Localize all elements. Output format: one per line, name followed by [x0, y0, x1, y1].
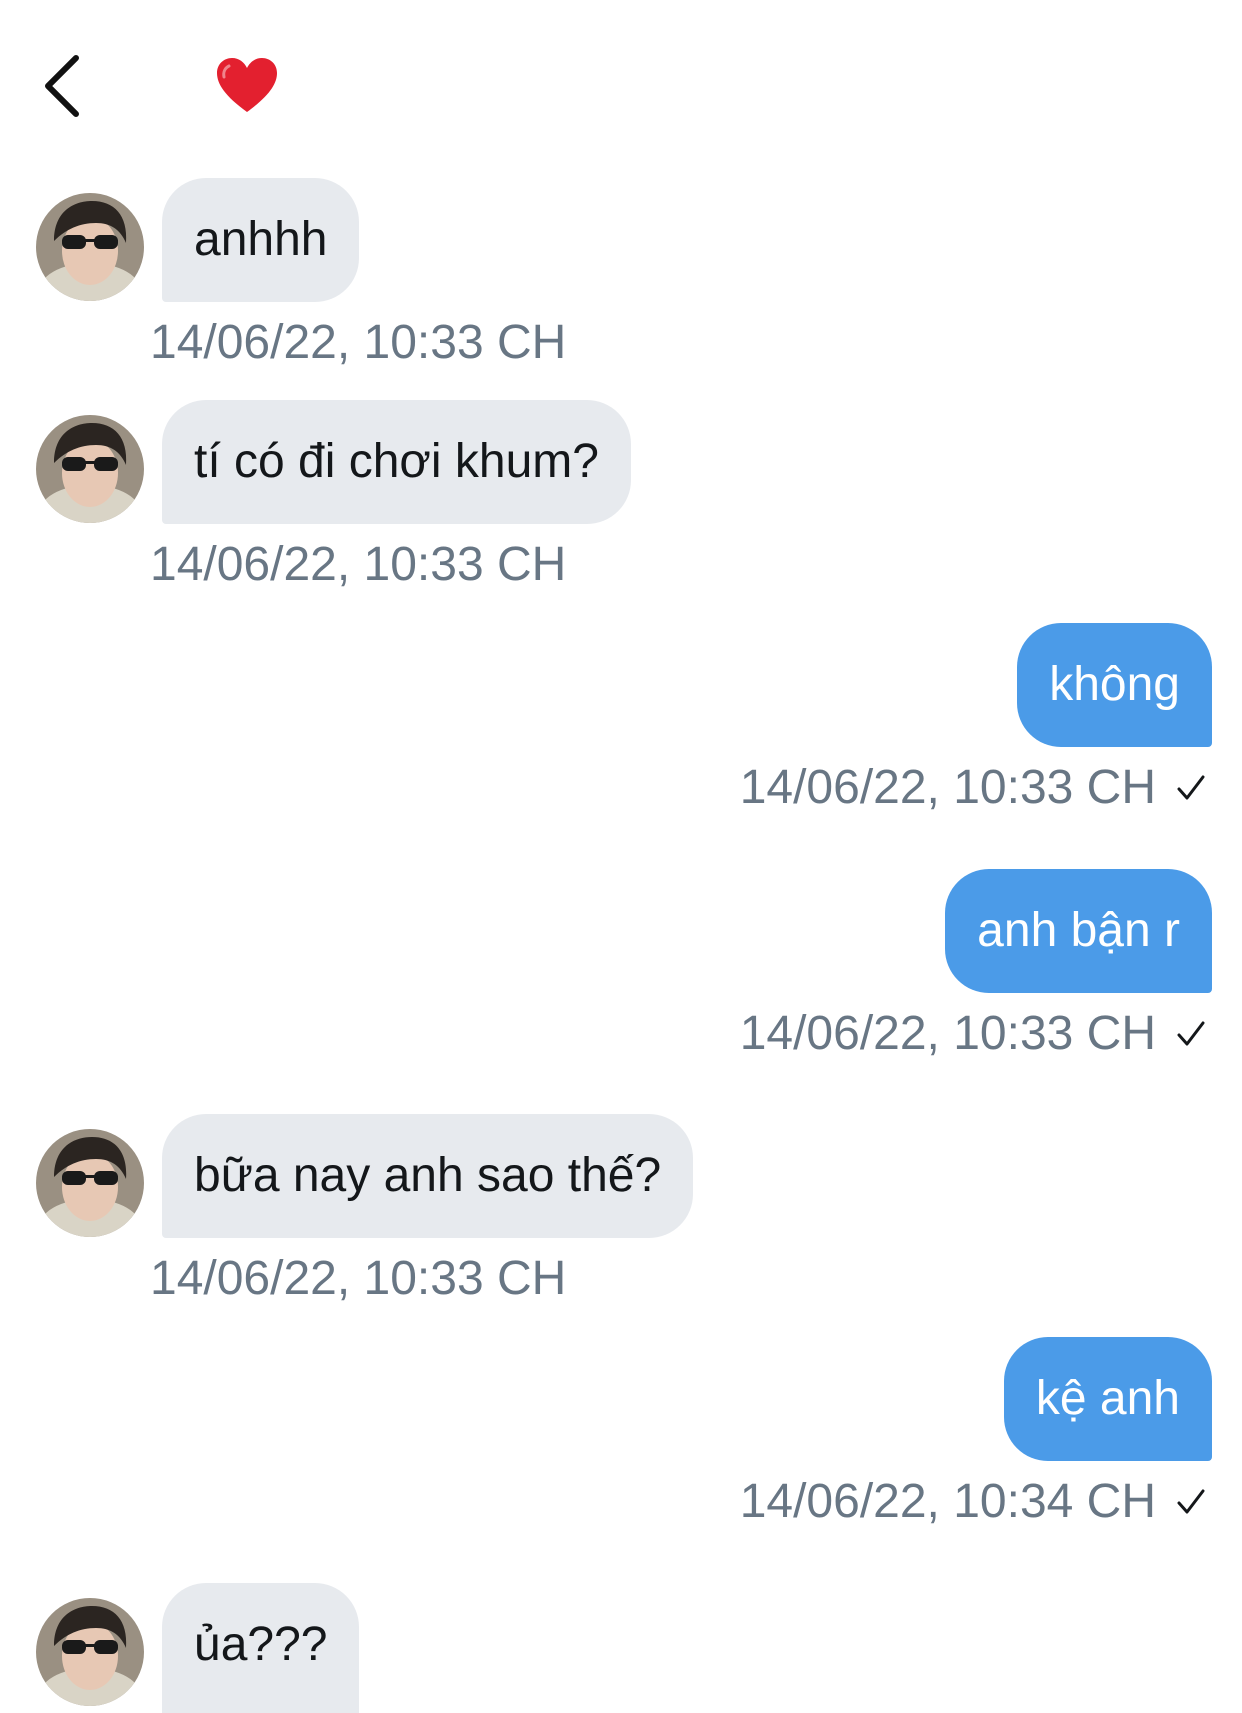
checkmark-icon [1177, 1021, 1205, 1046]
chevron-left-icon [45, 55, 79, 117]
message-bubble-incoming[interactable]: tí có đi chơi khum? [162, 400, 631, 524]
message-text: không [1049, 658, 1180, 711]
contact-avatar[interactable] [36, 1598, 144, 1706]
message-text: anhhh [194, 213, 328, 266]
conversation-header [0, 0, 1242, 170]
message-bubble-outgoing[interactable]: anh bận r [945, 869, 1212, 993]
timestamp-text: 14/06/22, 10:34 CH [739, 1475, 1156, 1528]
message-text: tí có đi chơi khum? [194, 435, 599, 488]
message-timestamp: 14/06/22, 10:33 CH [150, 1252, 567, 1305]
message-timestamp: 14/06/22, 10:33 CH [740, 758, 1208, 818]
back-button[interactable] [36, 44, 96, 124]
heart-emoji [215, 56, 279, 116]
message-bubble-incoming[interactable]: anhhh [162, 178, 360, 302]
message-text: anh bận r [977, 904, 1180, 957]
message-text: ủa??? [194, 1618, 328, 1671]
message-timestamp: 14/06/22, 10:33 CH [740, 1004, 1208, 1064]
timestamp-text: 14/06/22, 10:33 CH [739, 761, 1156, 814]
message-bubble-incoming[interactable]: bữa nay anh sao thế? [162, 1114, 694, 1238]
contact-avatar[interactable] [36, 1129, 144, 1237]
message-bubble-outgoing[interactable]: kệ anh [1003, 1337, 1212, 1461]
message-bubble-incoming[interactable]: ủa??? [162, 1583, 360, 1713]
message-bubble-outgoing[interactable]: không [1017, 623, 1212, 747]
contact-avatar[interactable] [36, 415, 144, 523]
message-timestamp: 14/06/22, 10:33 CH [150, 538, 567, 591]
checkmark-icon [1177, 1489, 1205, 1514]
timestamp-text: 14/06/22, 10:33 CH [739, 1007, 1156, 1060]
message-text: bữa nay anh sao thế? [194, 1149, 662, 1202]
message-text: kệ anh [1035, 1372, 1180, 1425]
contact-avatar[interactable] [36, 193, 144, 301]
message-timestamp: 14/06/22, 10:34 CH [740, 1472, 1208, 1532]
message-timestamp: 14/06/22, 10:33 CH [150, 316, 567, 369]
checkmark-icon [1177, 775, 1205, 800]
